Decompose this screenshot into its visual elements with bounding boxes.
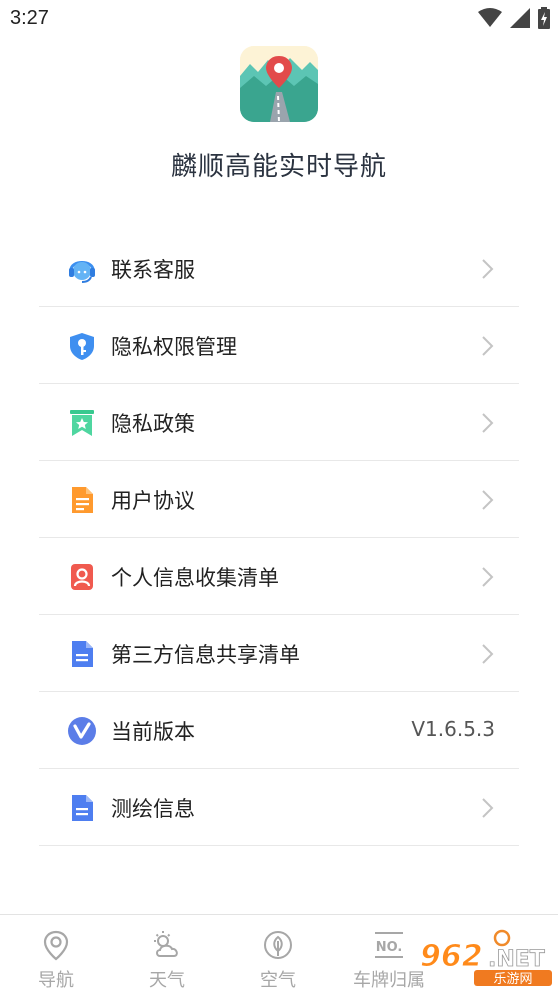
tab-air[interactable]: 空气 [223,915,333,993]
menu-item-label: 隐私政策 [111,412,195,436]
tab-weather[interactable]: 天气 [112,915,222,993]
menu-item-label: 测绘信息 [111,797,195,821]
menu-item-surveying-info[interactable]: 测绘信息 [39,769,519,846]
license-plate-icon: NO. [375,932,403,958]
tab-navigation[interactable]: 导航 [1,915,111,993]
menu-item-customer-service[interactable]: 联系客服 [39,230,519,307]
menu-item-current-version[interactable]: 当前版本 V1.6.5.3 [39,692,519,769]
weather-icon [154,931,178,957]
chevron-right-icon [482,798,494,818]
menu-item-label: 个人信息收集清单 [111,566,279,590]
tab-label: 导航 [38,970,74,991]
menu-item-privacy-policy[interactable]: 隐私政策 [39,384,519,461]
svg-text:.NET: .NET [488,947,545,972]
chevron-right-icon [482,336,494,356]
status-icons [478,7,550,29]
menu-item-label: 第三方信息共享清单 [111,643,300,667]
tab-label: 空气 [260,970,296,991]
app-title: 麟顺高能实时导航 [170,152,387,182]
version-v-icon [68,717,96,745]
menu-item-privacy-permissions[interactable]: 隐私权限管理 [39,307,519,384]
menu-item-label: 隐私权限管理 [111,335,237,359]
chevron-right-icon [482,259,494,279]
status-bar: 3:27 [0,0,558,38]
menu-item-label: 用户协议 [111,489,195,513]
status-time: 3:27 [10,7,49,29]
menu-item-third-party-sharing[interactable]: 第三方信息共享清单 [39,615,519,692]
location-pin-icon [43,930,69,961]
watermark-logo: 962 .NET 乐游网 [418,928,554,988]
menu-item-personal-info-list[interactable]: 个人信息收集清单 [39,538,519,615]
settings-menu: 联系客服 隐私权限管理 隐私政策 用户协议 个人信息收集清单 第三方信息共享清单… [39,230,519,846]
menu-item-label: 当前版本 [111,720,195,744]
shield-key-icon [70,333,94,360]
chevron-right-icon [482,490,494,510]
list-doc-icon [72,795,93,821]
bookmark-star-icon [70,410,94,436]
battery-icon [538,7,550,29]
person-doc-icon [71,564,93,590]
app-logo [240,46,318,122]
chevron-right-icon [482,413,494,433]
chevron-right-icon [482,644,494,664]
signal-icon [510,8,530,28]
chevron-right-icon [482,567,494,587]
menu-item-user-agreement[interactable]: 用户协议 [39,461,519,538]
customer-service-icon [69,261,95,283]
svg-text:NO.: NO. [376,940,403,955]
leaf-icon [264,931,292,959]
wifi-icon [478,8,502,27]
tab-label: 天气 [149,970,185,991]
svg-text:乐游网: 乐游网 [493,972,532,987]
list-doc-icon [72,641,93,667]
menu-item-label: 联系客服 [111,258,195,282]
svg-text:962: 962 [420,939,483,974]
version-value: V1.6.5.3 [411,717,495,741]
document-icon [72,487,93,513]
